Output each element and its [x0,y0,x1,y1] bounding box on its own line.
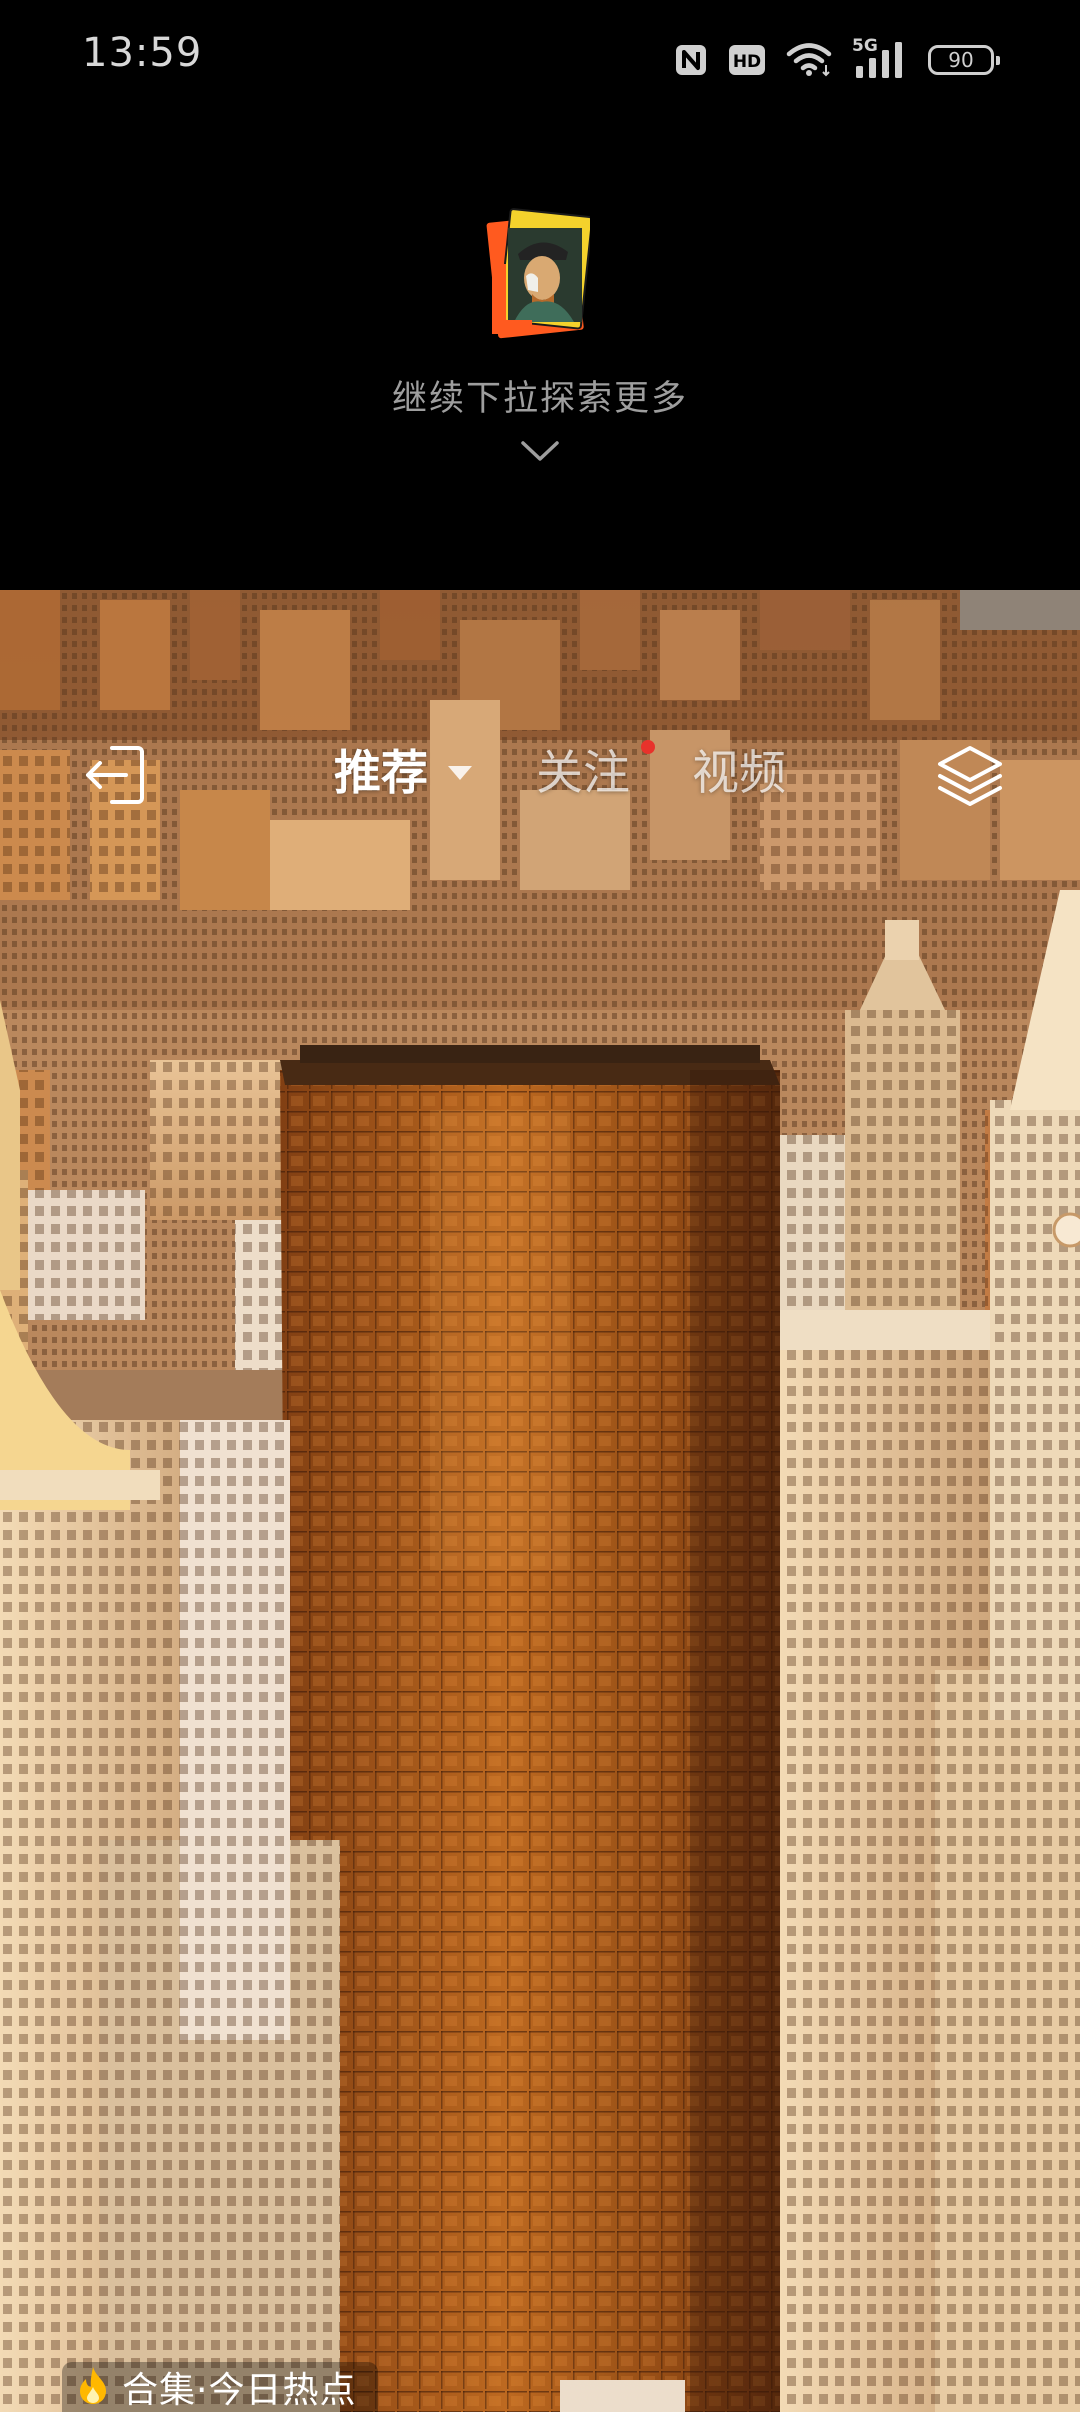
city-skyline-photo[interactable] [0,590,1080,2412]
collection-label: 合集·今日热点 [122,2370,357,2411]
pull-down-explore[interactable]: 继续下拉探索更多 [0,120,1080,590]
exit-icon[interactable] [82,740,152,810]
notification-dot [641,740,655,754]
signal-5g-icon: 5G [852,36,908,80]
explore-hint: 继续下拉探索更多 [391,379,688,419]
collection-chip[interactable]: 合集·今日热点 [62,2362,379,2412]
app-screen: 13:59 HD 5G 90 继续下拉探索更多 推荐 关注 视频 合集·今日热点 [0,0,1080,2412]
caret-down-icon[interactable] [448,766,472,780]
status-bar: 13:59 HD 5G 90 [0,0,1080,120]
layers-icon[interactable] [934,740,1006,812]
chevron-down-icon [520,438,560,468]
flame-icon [76,2365,110,2409]
nfc-icon [674,43,708,77]
van-gogh-portrait-thumbnail[interactable] [486,208,594,342]
hd-badge: HD [728,44,766,76]
wifi-icon [786,43,832,77]
signal-bars-icon [856,42,902,78]
battery-level: 90 [948,48,974,72]
city-skyline-illustration [0,590,1080,2412]
tab-follow[interactable]: 关注 [536,744,630,804]
status-icons: HD 5G 90 [674,36,1000,80]
hd-badge-text: HD [733,52,761,72]
battery-indicator: 90 [928,45,1000,75]
tab-recommend[interactable]: 推荐 [334,744,428,804]
top-navigation: 推荐 关注 视频 [0,730,1080,820]
tab-video[interactable]: 视频 [692,744,786,804]
status-time: 13:59 [82,30,203,76]
